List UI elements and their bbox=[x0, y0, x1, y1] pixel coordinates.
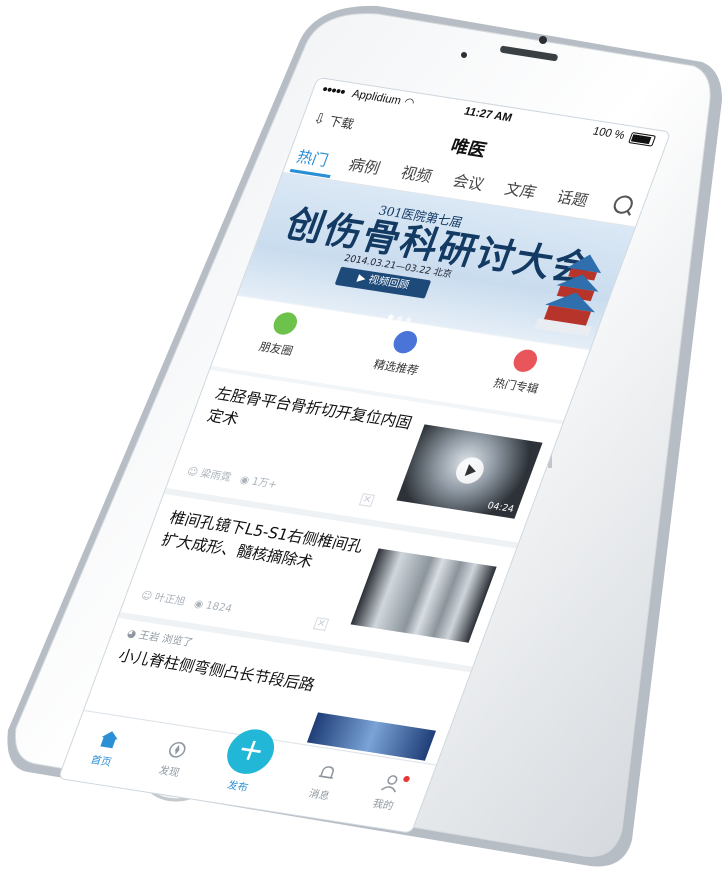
eye-icon: ◉ bbox=[192, 598, 206, 611]
user-icon bbox=[380, 775, 398, 793]
tabbar-label: 首页 bbox=[88, 754, 113, 769]
feed-views: 1万+ bbox=[249, 476, 279, 492]
play-icon[interactable] bbox=[452, 455, 488, 486]
eye-icon: ◉ bbox=[238, 474, 251, 487]
tab-library[interactable]: 文库 bbox=[502, 177, 540, 203]
bell-icon bbox=[318, 766, 334, 779]
plus-icon: + bbox=[232, 730, 271, 770]
video-duration: 04:24 bbox=[485, 501, 516, 516]
publish-label: 发布 bbox=[225, 780, 250, 795]
feed-item-title: 小儿脊柱侧弯侧凸长节段后路 bbox=[115, 646, 318, 695]
tabbar-label: 发现 bbox=[156, 765, 181, 780]
flame-icon bbox=[510, 348, 541, 374]
quick-link-label: 热门专辑 bbox=[491, 376, 541, 397]
dismiss-icon[interactable]: × bbox=[358, 493, 376, 507]
home-icon bbox=[100, 731, 118, 749]
battery-icon bbox=[628, 131, 657, 147]
user-icon: ☺ bbox=[185, 466, 200, 479]
quick-link-friends[interactable]: 朋友圈 bbox=[228, 306, 334, 364]
activity-user: 王岩 bbox=[136, 629, 161, 645]
notification-badge bbox=[402, 775, 411, 783]
tab-cases[interactable]: 病例 bbox=[346, 153, 384, 179]
quick-link-label: 朋友圈 bbox=[256, 339, 295, 359]
quick-link-featured[interactable]: 精选推荐 bbox=[348, 324, 454, 382]
friends-icon bbox=[270, 310, 301, 337]
discover-icon bbox=[169, 741, 186, 758]
wifi-icon: ◠ bbox=[402, 95, 417, 110]
feed-author: 梁雨霓 bbox=[198, 468, 233, 484]
feed-item-meta: ☺叶正旭 ◉1824 bbox=[139, 586, 235, 615]
tab-hot[interactable]: 热门 bbox=[294, 145, 332, 171]
tabbar-discover[interactable]: 发现 bbox=[137, 736, 211, 782]
tab-topics[interactable]: 话题 bbox=[554, 186, 592, 212]
tabbar-home[interactable]: 首页 bbox=[69, 726, 143, 772]
paper-plane-icon bbox=[390, 329, 421, 355]
activity-action: 浏览了 bbox=[160, 633, 195, 650]
avatar: ◕ bbox=[125, 628, 138, 641]
video-review-label: 视频回顾 bbox=[366, 274, 411, 292]
tabbar-label: 消息 bbox=[306, 788, 331, 803]
page-title: 唯医 bbox=[447, 136, 490, 162]
feed-item-meta: ☺梁雨霓 ◉1万+ bbox=[185, 462, 280, 491]
signal-icon: ●●●●● bbox=[320, 83, 347, 97]
search-icon[interactable] bbox=[610, 194, 636, 216]
tabbar-me[interactable]: 我的 bbox=[351, 769, 425, 815]
quick-link-label: 精选推荐 bbox=[371, 357, 421, 378]
download-button[interactable]: ⇩下载 bbox=[311, 110, 357, 133]
tab-meetings[interactable]: 会议 bbox=[450, 169, 488, 195]
download-label: 下载 bbox=[326, 113, 356, 132]
dismiss-icon[interactable]: × bbox=[312, 617, 330, 631]
tabbar-messages[interactable]: 消息 bbox=[287, 759, 361, 805]
quick-link-hot-albums[interactable]: 热门专辑 bbox=[468, 343, 574, 401]
tab-videos[interactable]: 视频 bbox=[398, 161, 436, 187]
status-time: 11:27 AM bbox=[462, 105, 514, 125]
download-icon: ⇩ bbox=[310, 110, 329, 129]
tabbar-label: 我的 bbox=[370, 798, 395, 813]
battery-percent: 100 % bbox=[590, 125, 627, 143]
feed-thumbnail[interactable] bbox=[350, 548, 497, 643]
feed-views: 1824 bbox=[203, 600, 234, 616]
feed-author: 叶正旭 bbox=[152, 592, 187, 608]
user-icon: ☺ bbox=[139, 590, 154, 603]
feed-thumbnail[interactable]: 04:24 bbox=[396, 424, 543, 519]
